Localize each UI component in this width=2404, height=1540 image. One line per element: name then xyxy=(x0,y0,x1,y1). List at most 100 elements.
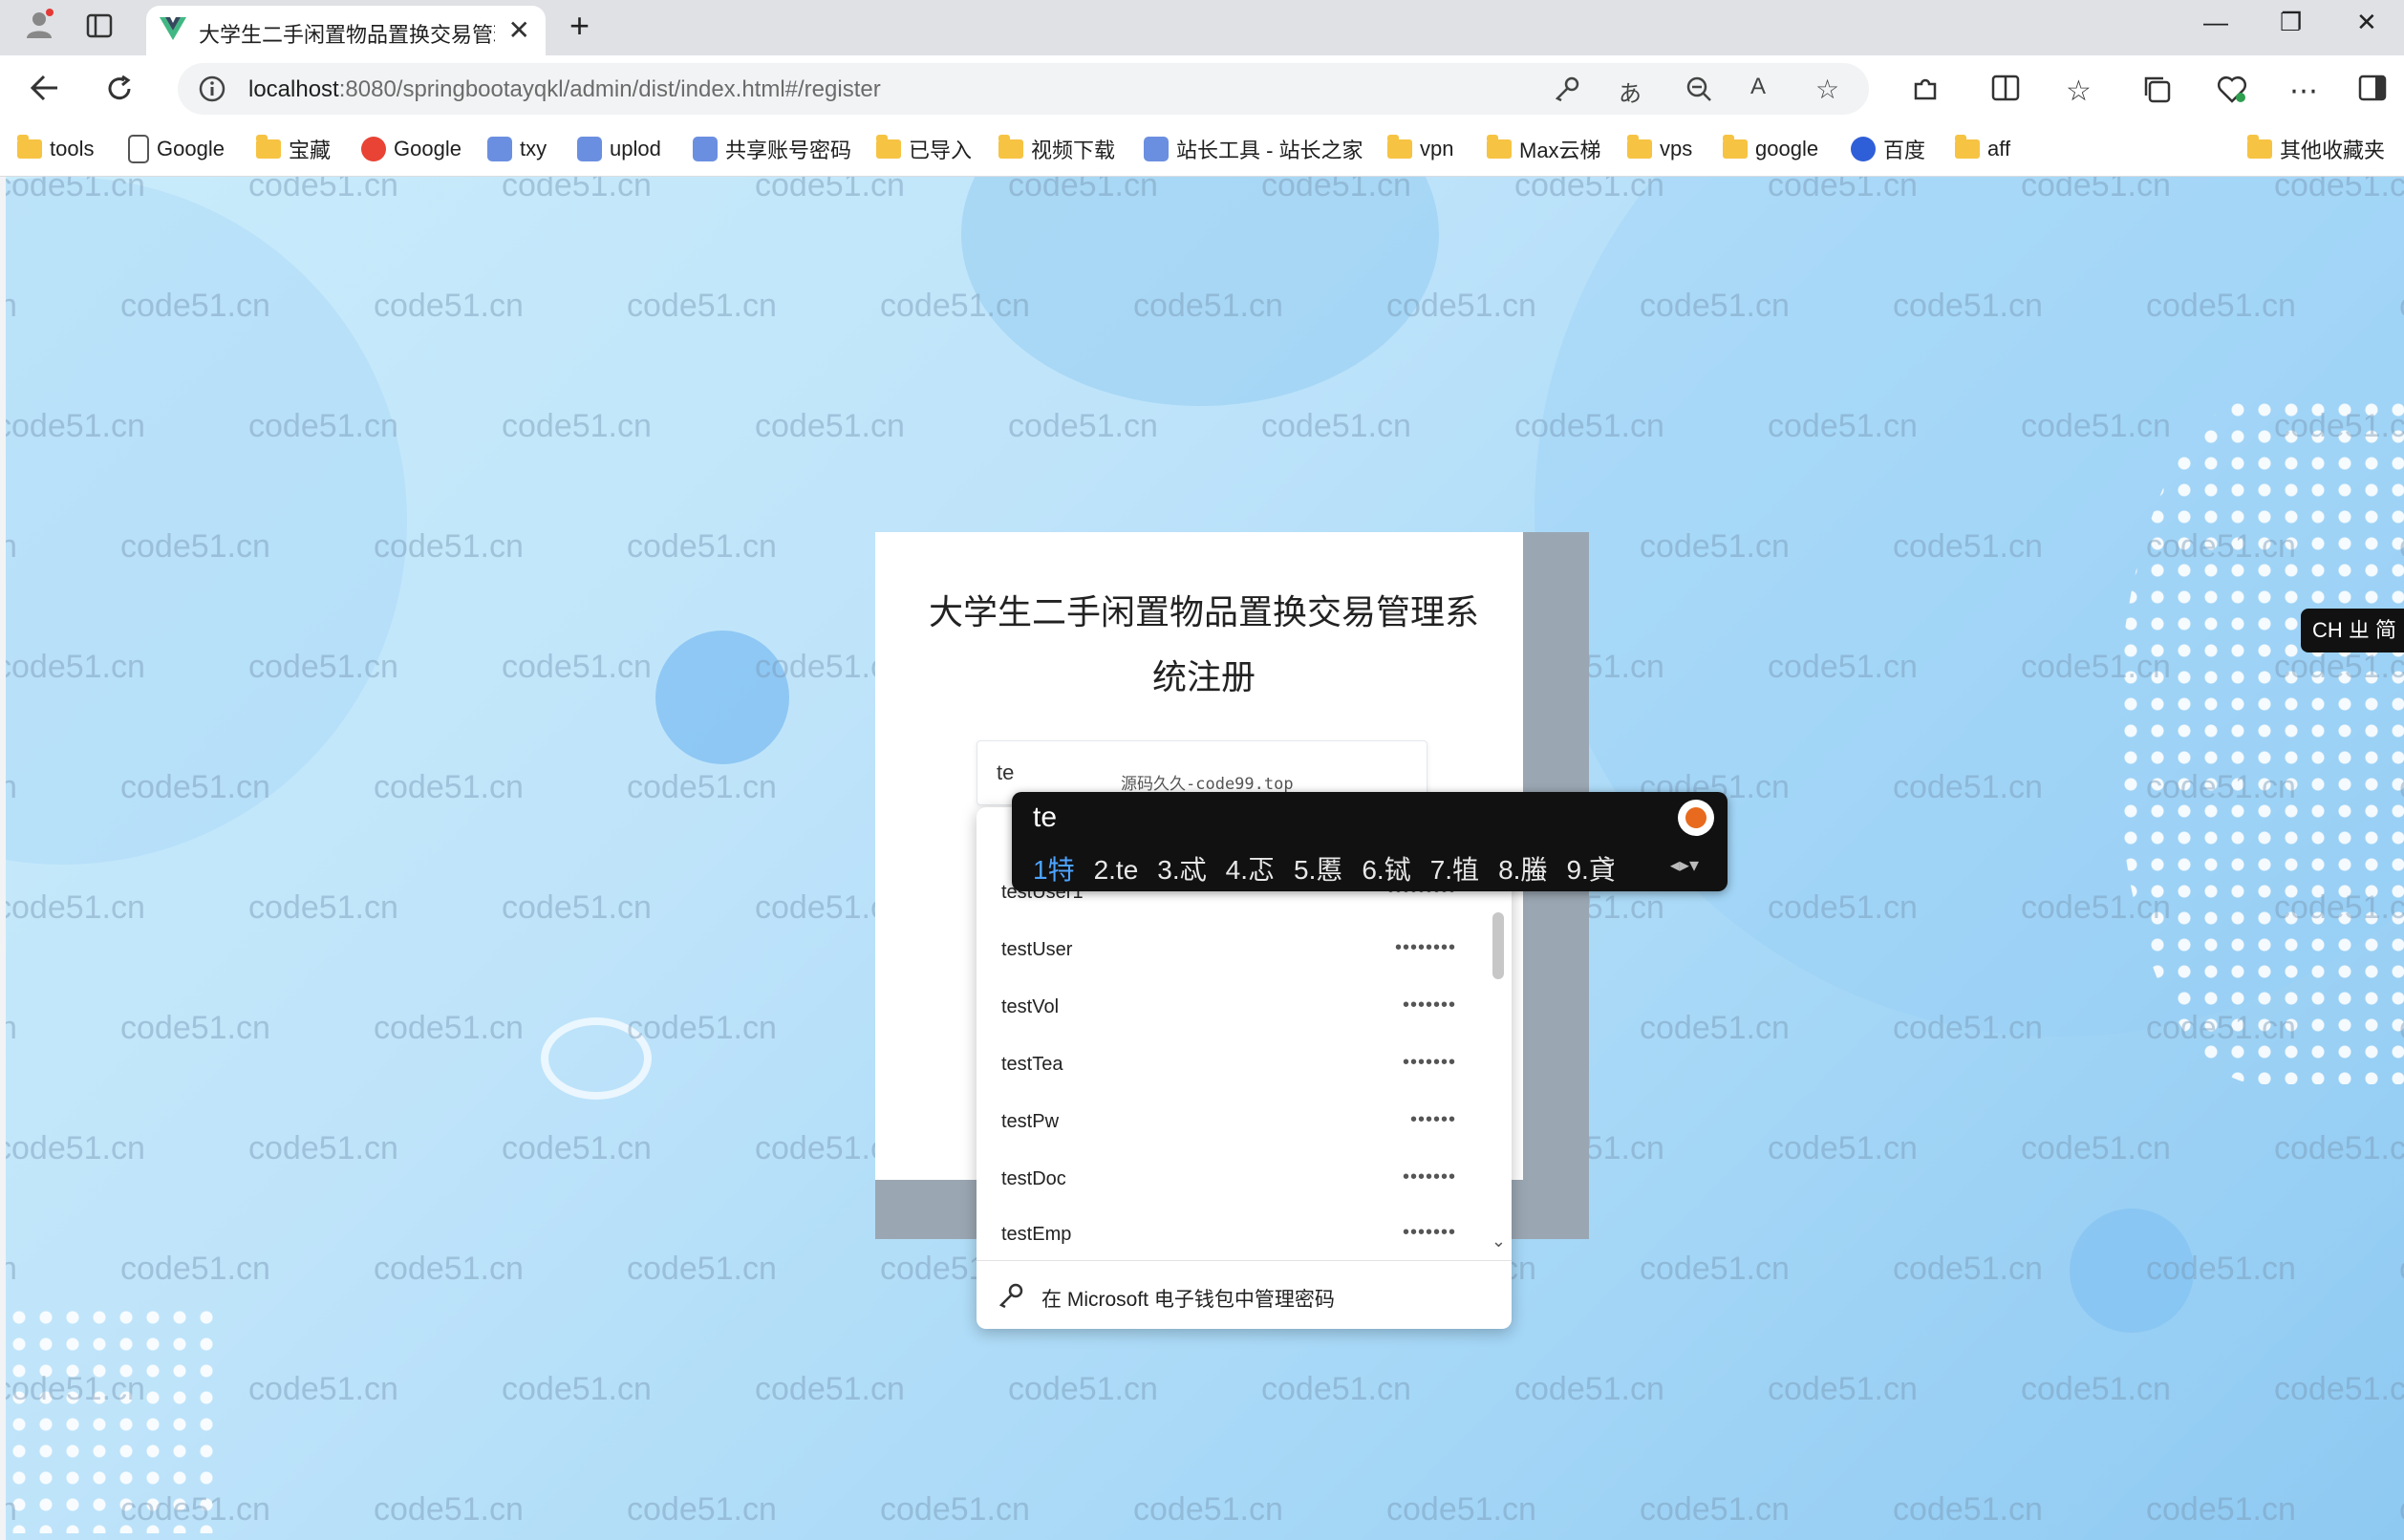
profile-icon[interactable] xyxy=(23,8,55,47)
bookmark-item[interactable]: 共享账号密码 xyxy=(693,132,851,166)
favorite-star-icon[interactable]: ☆ xyxy=(1815,74,1839,105)
autofill-password-mask: ••••••• xyxy=(1402,1052,1456,1073)
bookmark-item[interactable]: Max云梯 xyxy=(1487,132,1601,166)
address-bar[interactable]: localhost:8080/springbootayqkl/admin/dis… xyxy=(178,63,1869,115)
autofill-username: testDoc xyxy=(1001,1168,1066,1189)
autofill-item[interactable]: testVol ••••••• xyxy=(977,981,1483,1037)
bookmark-label: 已导入 xyxy=(909,139,973,162)
tab-close-button[interactable]: ✕ xyxy=(508,14,530,46)
tab-actions-icon[interactable] xyxy=(86,13,113,45)
other-bookmarks[interactable]: 其他收藏夹 xyxy=(2247,132,2385,166)
watermark-text: code51.cn xyxy=(248,1371,398,1407)
autofill-password-mask: •••••• xyxy=(1409,1109,1456,1130)
ime-candidate[interactable]: 5.慝 xyxy=(1294,855,1342,885)
active-tab[interactable]: 大学生二手闲置物品置换交易管理 ✕ xyxy=(146,6,546,55)
more-menu-icon[interactable]: ⋯ xyxy=(2289,75,2318,108)
dropdown-scrollbar[interactable] xyxy=(1492,912,1504,979)
bookmark-item[interactable]: uplod xyxy=(577,132,661,166)
autofill-username: testTea xyxy=(1001,1054,1063,1075)
autofill-item[interactable]: testPw •••••• xyxy=(977,1096,1483,1151)
watermark-text: code51.cn xyxy=(502,177,652,203)
collections-icon[interactable] xyxy=(2142,75,2171,110)
browser-essentials-icon[interactable] xyxy=(2217,75,2247,110)
favorites-icon[interactable]: ☆ xyxy=(2066,75,2092,108)
username-value: te xyxy=(997,760,1015,784)
sidebar-toggle-icon[interactable] xyxy=(2358,75,2387,108)
bookmark-item[interactable]: 已导入 xyxy=(876,132,972,166)
watermark-text: code51.cn xyxy=(6,1010,17,1046)
watermark-text: code51.cn xyxy=(6,889,145,926)
bookmark-item[interactable]: 站长工具 - 站长之家 xyxy=(1144,132,1363,166)
watermark-text: code51.cn xyxy=(502,408,652,444)
bookmark-item[interactable]: vps xyxy=(1627,132,1692,166)
site-info-icon[interactable] xyxy=(199,75,225,107)
ime-candidate[interactable]: 6.铽 xyxy=(1362,855,1410,885)
bookmark-label: 站长工具 - 站长之家 xyxy=(1176,139,1363,162)
page-title: 大学生二手闲置物品置换交易管理系 统注册 xyxy=(928,592,1479,696)
split-screen-icon[interactable] xyxy=(1991,75,2020,108)
watermark-text: code51.cn xyxy=(880,1491,1030,1528)
autofill-password-mask: •••••••• xyxy=(1394,937,1456,958)
ime-candidate[interactable]: 7.犆 xyxy=(1430,855,1479,885)
ime-candidate[interactable]: 9.貣 xyxy=(1566,855,1615,885)
bookmark-item[interactable]: 百度 xyxy=(1851,132,1925,166)
bookmark-label: uplod xyxy=(610,137,661,160)
back-icon[interactable] xyxy=(30,75,59,108)
ime-candidate[interactable]: 4.忑 xyxy=(1226,855,1275,885)
bg-bubble xyxy=(2070,1208,2194,1333)
watermark-text: code51.cn xyxy=(2274,1130,2404,1166)
watermark-text: code51.cn xyxy=(627,1251,777,1287)
bookmark-item[interactable]: txy xyxy=(487,132,547,166)
watermark-text: code51.cn xyxy=(2274,1371,2404,1407)
scroll-down-icon[interactable]: ⌄ xyxy=(1492,1231,1506,1251)
watermark-text: code51.cn xyxy=(6,1251,17,1287)
ime-language-badge[interactable]: CH ㄓ 简 xyxy=(2301,609,2404,652)
watermark-text: code51.cn xyxy=(502,889,652,926)
autofill-username: testVol xyxy=(1001,996,1060,1017)
ime-candidate[interactable]: 1特 xyxy=(1033,855,1075,885)
zoom-out-icon[interactable] xyxy=(1685,75,1712,107)
bg-dots xyxy=(2117,396,2404,1084)
bookmark-item[interactable]: tools xyxy=(17,132,94,166)
watermark-text: code51.cn xyxy=(502,1130,652,1166)
watermark-text: code51.cn xyxy=(2021,1130,2171,1166)
bookmark-item[interactable]: google xyxy=(1723,132,1818,166)
bookmark-label: vpn xyxy=(1420,137,1454,160)
ime-candidate[interactable]: 3.忒 xyxy=(1157,855,1206,885)
watermark-text: code51.cn xyxy=(2146,1491,2296,1528)
bookmark-item[interactable]: 宝藏 xyxy=(256,132,331,166)
ime-candidate[interactable]: 8.螣 xyxy=(1498,855,1547,885)
bookmark-item[interactable]: vpn xyxy=(1387,132,1453,166)
autofill-item[interactable]: testEmp ••••••• xyxy=(977,1208,1483,1264)
ime-candidate-window: te 1特 2.te 3.忒 4.忑 5.慝 6.铽 7.犆 8.螣 9.貣 ◂▸▾ xyxy=(1012,792,1728,891)
folder-icon xyxy=(256,135,281,159)
bookmark-item[interactable]: 视频下载 xyxy=(998,132,1115,166)
minimize-button[interactable]: — xyxy=(2203,8,2228,37)
password-key-icon[interactable] xyxy=(1554,75,1580,107)
manage-passwords-item[interactable]: 在 Microsoft 电子钱包中管理密码 xyxy=(977,1260,1512,1329)
translate-icon[interactable]: あ xyxy=(1619,75,1642,108)
page-icon xyxy=(128,135,149,163)
close-window-button[interactable]: ✕ xyxy=(2356,8,2377,37)
ime-page-arrows-icon[interactable]: ◂▸▾ xyxy=(1670,853,1699,877)
bg-bubble xyxy=(655,631,789,764)
bookmark-item[interactable]: Google xyxy=(361,132,461,166)
bookmark-item[interactable]: Google xyxy=(128,132,225,166)
reload-icon[interactable] xyxy=(105,75,134,110)
autofill-item[interactable]: testDoc ••••••• xyxy=(977,1153,1483,1208)
bookmark-label: Max云梯 xyxy=(1519,139,1601,162)
url-text: localhost:8080/springbootayqkl/admin/dis… xyxy=(248,76,881,102)
read-aloud-icon[interactable]: A xyxy=(1750,74,1766,100)
autofill-item[interactable]: testUser •••••••• xyxy=(977,924,1483,979)
cloud-icon xyxy=(487,137,512,161)
watermark-text: code51.cn xyxy=(627,769,777,805)
new-tab-button[interactable]: + xyxy=(569,6,590,46)
bookmarks-bar: tools Google 宝藏 Google txy uplod 共享账号密码 已导入 视频下载… xyxy=(0,122,2404,177)
autofill-item[interactable]: testTea ••••••• xyxy=(977,1038,1483,1094)
ime-candidate[interactable]: 2.te xyxy=(1094,855,1139,885)
extensions-icon[interactable] xyxy=(1911,75,1940,110)
restore-button[interactable]: ❐ xyxy=(2280,8,2302,37)
autofill-password-mask: ••••••• xyxy=(1402,995,1456,1016)
bookmark-item[interactable]: aff xyxy=(1955,132,2010,166)
site-icon xyxy=(1144,137,1169,161)
